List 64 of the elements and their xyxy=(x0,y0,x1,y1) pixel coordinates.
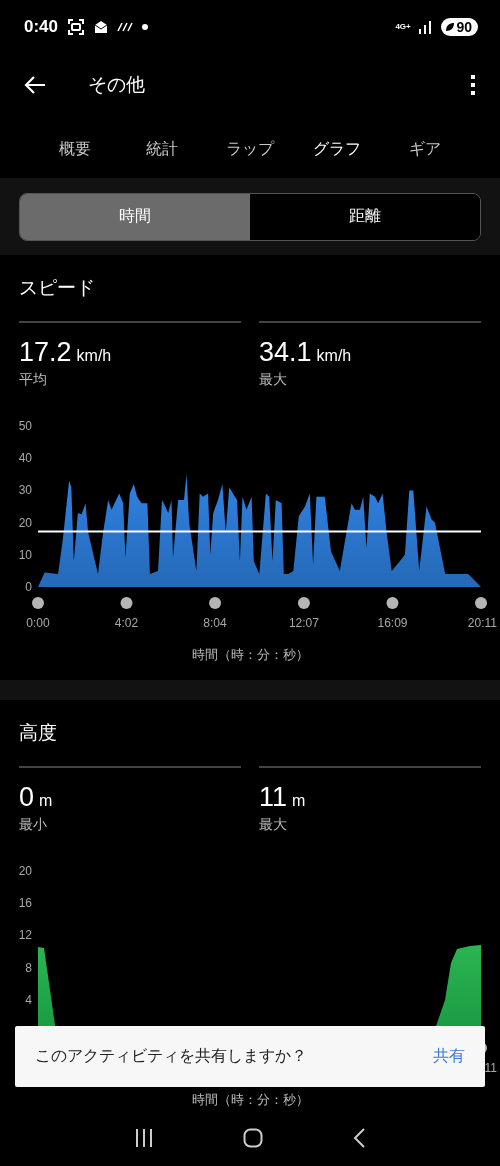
segment-option[interactable]: 時間 xyxy=(20,193,250,240)
axis-label: 10 xyxy=(18,547,32,562)
stat-unit: km/h xyxy=(76,347,112,365)
stat-label: 平均 xyxy=(19,371,48,389)
axis-label: 40 xyxy=(18,451,32,466)
stat-label: 最大 xyxy=(259,816,288,834)
axis-label: 4 xyxy=(25,992,32,1007)
axis-label: 0 xyxy=(25,580,32,594)
prompt-message: このアクティビティを共有しますか？ xyxy=(35,1046,307,1066)
stat-unit: m xyxy=(39,792,53,810)
stripes-icon xyxy=(117,22,134,32)
home-icon[interactable] xyxy=(243,1128,263,1148)
tab[interactable]: グラフ xyxy=(293,120,381,178)
axis-label: 16 xyxy=(18,896,32,911)
axis-label: 8 xyxy=(25,960,32,975)
axis-label: 16:09 xyxy=(377,616,408,630)
axis-label: 50 xyxy=(18,419,32,433)
clock-time: 0:40 xyxy=(24,17,59,37)
more-icon[interactable] xyxy=(470,75,476,95)
notification-icon xyxy=(94,20,109,34)
section-title: 高度 xyxy=(18,721,58,745)
share-button[interactable]: 共有 xyxy=(433,1042,465,1071)
stat-value: 0 xyxy=(19,782,35,813)
screen-title: その他 xyxy=(88,73,146,97)
network-label: 4G+ xyxy=(395,23,410,31)
axis-marker xyxy=(297,597,310,609)
axis-label: 30 xyxy=(18,483,32,498)
axis-label: 0:00 xyxy=(26,616,50,630)
axis-label: 20 xyxy=(18,864,32,878)
axis-title: 時間（時：分：秒） xyxy=(190,646,310,664)
battery-indicator: 90 xyxy=(441,18,478,36)
stat-value: 11 xyxy=(259,782,288,813)
stat-label: 最大 xyxy=(259,371,288,389)
stat-label: 最小 xyxy=(19,816,48,834)
axis-marker xyxy=(386,597,399,609)
axis-marker xyxy=(209,597,222,609)
axis-marker xyxy=(32,597,44,609)
signal-icon xyxy=(418,20,433,34)
back-icon[interactable] xyxy=(351,1128,366,1148)
segment-option[interactable]: 距離 xyxy=(250,193,480,240)
dot-icon xyxy=(142,24,149,30)
axis-title: 時間（時：分：秒） xyxy=(190,1091,310,1109)
section-title: スピード xyxy=(18,276,96,300)
axis-label: 20 xyxy=(18,515,32,530)
axis-label: 12:07 xyxy=(288,616,319,630)
tab[interactable]: ギア xyxy=(381,120,469,178)
stat-value: 34.1 xyxy=(259,337,312,368)
axis-label: 12 xyxy=(18,928,32,943)
axis-label: 4:02 xyxy=(114,616,139,630)
recent-apps-icon[interactable] xyxy=(134,1128,155,1148)
screenshot-icon xyxy=(67,18,86,36)
stat-unit: km/h xyxy=(316,347,352,365)
axis-label: 20:11 xyxy=(467,616,497,630)
stat-value: 17.2 xyxy=(19,337,72,368)
leaf-icon xyxy=(445,22,456,32)
tab[interactable]: 概要 xyxy=(31,120,119,178)
axis-label: 11 xyxy=(484,1061,497,1075)
back-icon[interactable] xyxy=(23,75,47,95)
axis-marker xyxy=(120,597,133,609)
axis-label: 8:04 xyxy=(203,616,227,630)
stat-unit: m xyxy=(292,792,306,810)
tab[interactable]: 統計 xyxy=(118,120,206,178)
axis-marker xyxy=(475,597,487,609)
tab[interactable]: ラップ xyxy=(206,120,294,178)
